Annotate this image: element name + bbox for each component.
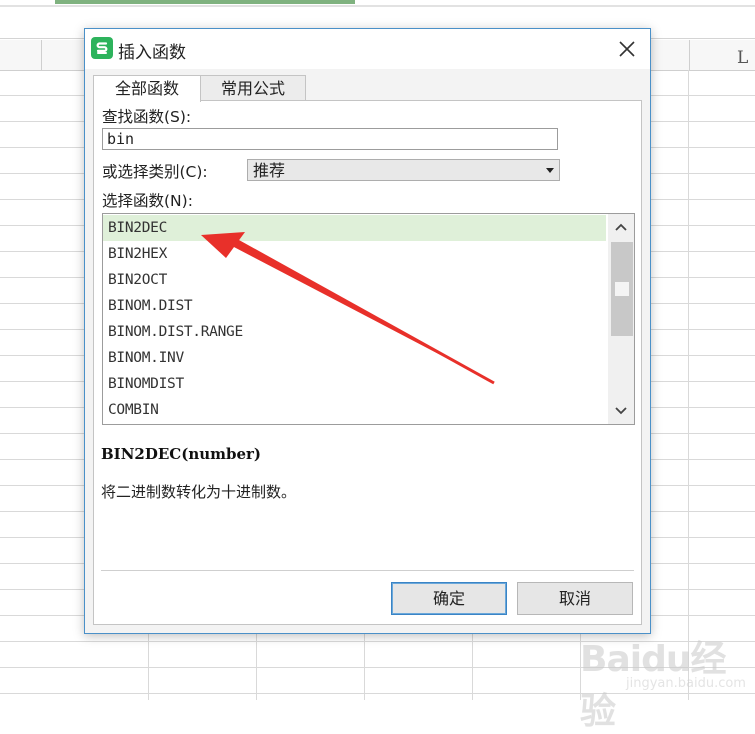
- function-list-label: 选择函数(N):: [102, 192, 193, 210]
- close-button[interactable]: [613, 35, 641, 63]
- column-separator: [41, 40, 42, 70]
- tab-panel: 查找函数(S): 或选择类别(C): 推荐 选择函数(N): BIN2DEC B…: [93, 100, 642, 625]
- toolbar-divider: [0, 5, 755, 7]
- tab-common-formulas[interactable]: 常用公式: [200, 75, 306, 101]
- active-tab-indicator: [55, 0, 355, 4]
- dialog-titlebar[interactable]: 插入函数: [85, 29, 650, 69]
- vertical-scrollbar[interactable]: [608, 214, 634, 424]
- column-separator: [689, 40, 690, 70]
- cancel-button[interactable]: 取消: [517, 582, 633, 615]
- chevron-up-icon: [615, 223, 627, 231]
- function-description: 将二进制数转化为十进制数。: [101, 483, 297, 501]
- function-signature: BIN2DEC(number): [101, 445, 262, 463]
- scroll-track[interactable]: [609, 240, 633, 398]
- ok-button[interactable]: 确定: [391, 582, 507, 615]
- column-header-l[interactable]: L: [737, 48, 748, 68]
- chevron-down-icon: [615, 407, 627, 415]
- dialog-title: 插入函数: [118, 43, 186, 63]
- function-list[interactable]: BIN2DEC BIN2HEX BIN2OCT BINOM.DIST BINOM…: [102, 213, 635, 425]
- close-icon: [619, 41, 635, 57]
- search-label: 查找函数(S):: [102, 108, 192, 126]
- list-item-binom-inv[interactable]: BINOM.INV: [103, 345, 606, 371]
- list-item-binom-dist-range[interactable]: BINOM.DIST.RANGE: [103, 319, 606, 345]
- dropdown-arrow-icon: [546, 168, 554, 173]
- list-item-binomdist[interactable]: BINOMDIST: [103, 371, 606, 397]
- insert-function-dialog: 插入函数 全部函数 常用公式 查找函数(S): 或选择类别(C): 推荐 选择函…: [84, 28, 651, 634]
- baidu-watermark: Baidu经验 jingyan.baidu.com: [580, 620, 750, 732]
- list-item-bin2hex[interactable]: BIN2HEX: [103, 241, 606, 267]
- list-item-bin2dec[interactable]: BIN2DEC: [103, 215, 606, 241]
- scroll-down-button[interactable]: [608, 398, 634, 422]
- search-input[interactable]: [102, 128, 558, 150]
- category-select[interactable]: 推荐: [247, 159, 560, 181]
- wps-spreadsheet-icon: [91, 37, 113, 59]
- list-item-combin[interactable]: COMBIN: [103, 397, 606, 423]
- list-item-bin2oct[interactable]: BIN2OCT: [103, 267, 606, 293]
- tab-all-functions[interactable]: 全部函数: [93, 75, 201, 102]
- scroll-grip: [615, 282, 629, 296]
- category-selected-value: 推荐: [253, 161, 286, 180]
- scroll-thumb[interactable]: [611, 242, 633, 336]
- list-item-binom-dist[interactable]: BINOM.DIST: [103, 293, 606, 319]
- divider: [101, 570, 634, 571]
- watermark-url: jingyan.baidu.com: [626, 676, 746, 691]
- scroll-up-button[interactable]: [608, 216, 634, 240]
- category-label: 或选择类别(C):: [102, 163, 208, 181]
